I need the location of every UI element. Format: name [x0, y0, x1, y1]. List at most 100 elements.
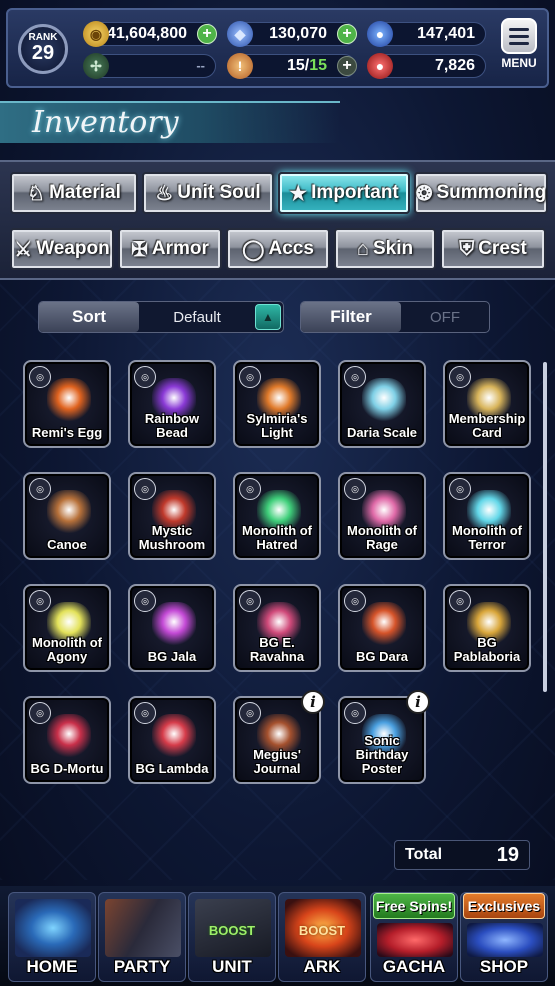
stamina-counter: ! 15/15 +: [227, 53, 357, 79]
tab-material[interactable]: ♘ Material: [10, 172, 138, 214]
inventory-item[interactable]: ◎ Monolith of Terror: [443, 472, 531, 560]
item-name: Monolith of Agony: [31, 635, 103, 664]
nav-gacha-button[interactable]: Free Spins! GACHA: [370, 892, 458, 982]
add-gil-button[interactable]: +: [197, 24, 217, 44]
nav-unit-button[interactable]: BOOST UNIT: [188, 892, 276, 982]
tab-label: Weapon: [36, 238, 110, 259]
tab-label: Summoning: [436, 182, 547, 203]
page-title-bar: Inventory: [0, 101, 340, 143]
nav-ark-button[interactable]: BOOST ARK: [278, 892, 366, 982]
inventory-item[interactable]: ◎ BG D-Mortu: [23, 696, 111, 784]
armor-icon: ✠: [131, 238, 148, 261]
tab-important[interactable]: ★ Important: [278, 172, 410, 214]
item-art-icon: [47, 714, 91, 758]
inventory-item[interactable]: ◎ Monolith of Rage: [338, 472, 426, 560]
tab-label: Skin: [372, 238, 414, 259]
inventory-item[interactable]: ◎ BG Pablaboria: [443, 584, 531, 672]
boost-badge: BOOST: [208, 923, 256, 938]
item-type-icon: ◎: [344, 366, 366, 388]
nav-label: SHOP: [479, 957, 529, 976]
info-icon[interactable]: i: [301, 690, 325, 714]
item-name: Mystic Mushroom: [138, 523, 206, 552]
nav-label: PARTY: [113, 957, 171, 976]
inventory-item[interactable]: ◎ BG Lambda: [128, 696, 216, 784]
scrollbar[interactable]: [543, 362, 547, 692]
add-stamina-button[interactable]: +: [337, 56, 357, 76]
item-type-icon: ◎: [449, 366, 471, 388]
item-art-icon: [152, 714, 196, 758]
item-type-icon: ◎: [344, 702, 366, 724]
nav-label: ARK: [303, 957, 341, 976]
item-name: Membership Card: [448, 411, 526, 440]
filter-control[interactable]: Filter OFF: [300, 301, 490, 333]
tab-accs[interactable]: ◯ Accs: [226, 228, 330, 270]
inventory-item[interactable]: ◎ Sylmiria's Light: [233, 360, 321, 448]
inventory-item[interactable]: ◎ BG Dara: [338, 584, 426, 672]
tab-weapon[interactable]: ⚔ Weapon: [10, 228, 114, 270]
add-lapis-button[interactable]: +: [337, 24, 357, 44]
sort-control[interactable]: Sort Default ▲: [38, 301, 284, 333]
filter-value: OFF: [430, 308, 460, 326]
sword-icon: ⚔: [14, 238, 33, 261]
item-type-icon: ◎: [134, 478, 156, 500]
item-name: Monolith of Rage: [346, 523, 418, 552]
inventory-item[interactable]: ◎ Daria Scale: [338, 360, 426, 448]
info-icon[interactable]: i: [406, 690, 430, 714]
arena-counter: ✢ --: [83, 53, 216, 79]
resource-header: RANK 29 ◉ 41,604,800 + ◆ 130,070 + ● 147…: [6, 8, 549, 88]
item-name: Megius' Journal: [253, 747, 301, 776]
item-type-icon: ◎: [449, 478, 471, 500]
lapis-value: 130,070: [269, 25, 327, 42]
item-name: BG Pablaboria: [453, 635, 521, 664]
tab-label: Material: [49, 182, 121, 203]
inventory-item[interactable]: ◎ Canoe: [23, 472, 111, 560]
nav-shop-button[interactable]: Exclusives SHOP: [460, 892, 548, 982]
menu-button[interactable]: MENU: [497, 18, 541, 82]
compass-icon: ✢: [83, 53, 109, 79]
inventory-item[interactable]: ◎ Monolith of Hatred: [233, 472, 321, 560]
hamburger-icon: [501, 18, 537, 54]
inventory-item[interactable]: ◎ Mystic Mushroom: [128, 472, 216, 560]
stamina-current: 15: [286, 57, 305, 74]
nav-label: UNIT: [212, 957, 252, 976]
item-type-icon: ◎: [29, 702, 51, 724]
item-name: Daria Scale: [346, 425, 418, 440]
tab-label: Important: [311, 182, 399, 203]
total-value: 19: [496, 843, 519, 866]
item-type-icon: ◎: [29, 478, 51, 500]
nav-home-button[interactable]: HOME: [8, 892, 96, 982]
item-type-icon: ◎: [239, 366, 261, 388]
inventory-item[interactable]: ◎ BG Jala: [128, 584, 216, 672]
arena-value: --: [196, 58, 205, 73]
rank-badge[interactable]: RANK 29: [18, 24, 68, 74]
menu-label: MENU: [501, 56, 537, 70]
item-type-icon: ◎: [344, 590, 366, 612]
ring-icon: ◯: [242, 238, 265, 261]
inventory-item[interactable]: ◎ Sonic Birthday Poster i: [338, 690, 430, 784]
item-name: Canoe: [47, 537, 87, 552]
inventory-item[interactable]: ◎ Rainbow Bead: [128, 360, 216, 448]
inventory-item[interactable]: ◎ BG E. Ravahna: [233, 584, 321, 672]
total-label: Total: [405, 846, 443, 863]
item-type-icon: ◎: [29, 366, 51, 388]
item-name: Sylmiria's Light: [246, 411, 308, 440]
item-type-icon: ◎: [134, 702, 156, 724]
red-orb-icon: ●: [367, 53, 393, 79]
visions-value: 147,401: [417, 25, 475, 42]
item-type-icon: ◎: [239, 478, 261, 500]
tab-crest[interactable]: ⛨ Crest: [440, 228, 546, 270]
orb-icon: ❂: [415, 182, 433, 205]
inventory-item[interactable]: ◎ Remi's Egg: [23, 360, 111, 448]
sort-order-button[interactable]: ▲: [255, 304, 281, 330]
nav-party-button[interactable]: PARTY: [98, 892, 186, 982]
tab-summoning[interactable]: ❂ Summoning: [414, 172, 548, 214]
category-tabs: ♘ Material ♨ Unit Soul ★ Important ❂ Summoni…: [0, 160, 555, 280]
item-name: BG E. Ravahna: [249, 635, 305, 664]
tab-armor[interactable]: ✠ Armor: [118, 228, 222, 270]
inventory-item[interactable]: ◎ Megius' Journal i: [233, 690, 325, 784]
inventory-item[interactable]: ◎ Monolith of Agony: [23, 584, 111, 672]
item-type-icon: ◎: [134, 366, 156, 388]
tab-skin[interactable]: ⌂ Skin: [334, 228, 436, 270]
inventory-item[interactable]: ◎ Membership Card: [443, 360, 531, 448]
tab-unit-soul[interactable]: ♨ Unit Soul: [142, 172, 274, 214]
